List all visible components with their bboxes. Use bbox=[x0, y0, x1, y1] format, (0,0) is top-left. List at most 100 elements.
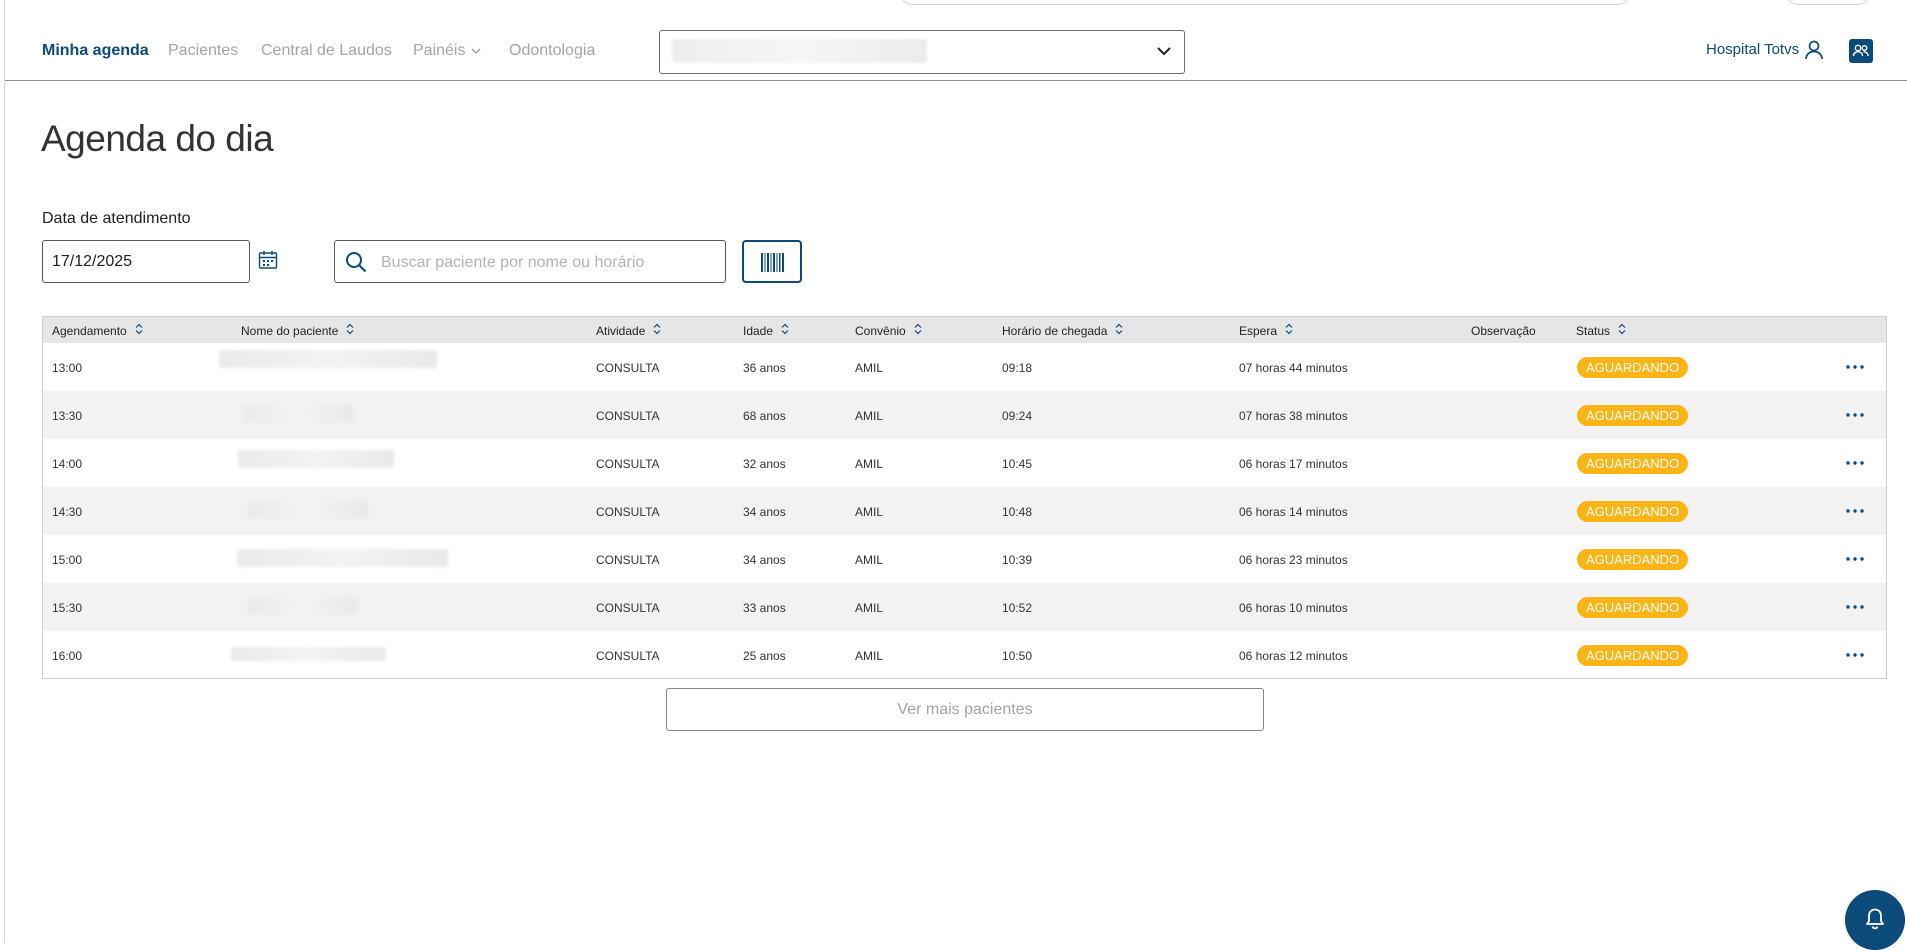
cell-horario-chegada: 09:18 bbox=[1002, 361, 1033, 375]
col-status-label: Status bbox=[1576, 324, 1611, 338]
col-nome-paciente-label: Nome do paciente bbox=[241, 324, 339, 338]
col-convenio[interactable]: Convênio bbox=[855, 323, 922, 338]
patient-search bbox=[334, 240, 726, 283]
table-header: Agendamento Nome do paciente Atividade I… bbox=[43, 317, 1886, 343]
sort-icon bbox=[1285, 323, 1293, 338]
barcode-icon bbox=[761, 253, 784, 272]
col-atividade-label: Atividade bbox=[596, 324, 646, 338]
nav-pacientes[interactable]: Pacientes bbox=[168, 42, 238, 60]
cell-espera: 06 horas 14 minutos bbox=[1239, 505, 1348, 519]
table-row[interactable]: 14:00 CONSULTA 32 anos AMIL 10:45 06 hor… bbox=[43, 439, 1886, 487]
top-navbar: Minha agenda Pacientes Central de Laudos… bbox=[5, 8, 1907, 81]
sort-icon bbox=[346, 323, 354, 338]
table-row[interactable]: 15:00 CONSULTA 34 anos AMIL 10:39 06 hor… bbox=[43, 535, 1886, 583]
cell-convenio: AMIL bbox=[855, 505, 884, 519]
cell-horario-chegada: 10:52 bbox=[1002, 601, 1033, 615]
nav-central-de-laudos[interactable]: Central de Laudos bbox=[261, 42, 392, 60]
more-options-icon[interactable] bbox=[1843, 405, 1867, 425]
cell-agendamento: 15:00 bbox=[52, 553, 83, 567]
cell-nome-paciente-redacted bbox=[231, 647, 386, 661]
date-label: Data de atendimento bbox=[42, 210, 191, 227]
cell-espera: 06 horas 17 minutos bbox=[1239, 457, 1348, 471]
chevron-down-icon bbox=[1156, 43, 1172, 64]
cell-agendamento: 14:30 bbox=[52, 505, 83, 519]
cell-espera: 06 horas 12 minutos bbox=[1239, 649, 1348, 663]
table-row[interactable]: 13:30 CONSULTA 68 anos AMIL 09:24 07 hor… bbox=[43, 391, 1886, 439]
notifications-button[interactable] bbox=[1845, 890, 1905, 950]
cell-convenio: AMIL bbox=[855, 361, 884, 375]
calendar-icon[interactable] bbox=[258, 250, 278, 275]
cell-atividade: CONSULTA bbox=[596, 457, 660, 471]
cell-atividade: CONSULTA bbox=[596, 361, 660, 375]
col-convenio-label: Convênio bbox=[855, 324, 906, 338]
sort-icon bbox=[135, 323, 143, 338]
top-button-fragment bbox=[1786, 0, 1870, 5]
patient-search-input[interactable] bbox=[379, 247, 713, 279]
cell-atividade: CONSULTA bbox=[596, 601, 660, 615]
col-horario-chegada[interactable]: Horário de chegada bbox=[1002, 323, 1123, 338]
page-title: Agenda do dia bbox=[41, 118, 274, 159]
table-row[interactable]: 16:00 CONSULTA 25 anos AMIL 10:50 06 hor… bbox=[43, 631, 1886, 679]
cell-idade: 33 anos bbox=[743, 601, 786, 615]
cell-idade: 34 anos bbox=[743, 553, 786, 567]
table-row[interactable]: 13:00 CONSULTA 36 anos AMIL 09:18 07 hor… bbox=[43, 343, 1886, 391]
cell-agendamento: 16:00 bbox=[52, 649, 83, 663]
barcode-button[interactable] bbox=[742, 240, 802, 283]
status-badge: AGUARDANDO bbox=[1577, 405, 1689, 426]
col-idade-label: Idade bbox=[743, 324, 774, 338]
col-atividade[interactable]: Atividade bbox=[596, 323, 661, 338]
nav-paineis[interactable]: Painéis bbox=[413, 42, 482, 60]
table-row[interactable]: 15:30 CONSULTA 33 anos AMIL 10:52 06 hor… bbox=[43, 583, 1886, 631]
status-badge: AGUARDANDO bbox=[1577, 645, 1689, 666]
bell-icon bbox=[1866, 908, 1884, 930]
col-nome-paciente[interactable]: Nome do paciente bbox=[241, 323, 354, 338]
cell-atividade: CONSULTA bbox=[596, 649, 660, 663]
col-espera-label: Espera bbox=[1239, 324, 1278, 338]
more-options-icon[interactable] bbox=[1843, 549, 1867, 569]
nav-minha-agenda[interactable]: Minha agenda bbox=[42, 42, 149, 60]
col-idade[interactable]: Idade bbox=[743, 323, 789, 338]
cell-nome-paciente-redacted bbox=[243, 405, 353, 423]
cell-idade: 34 anos bbox=[743, 505, 786, 519]
cell-convenio: AMIL bbox=[855, 409, 884, 423]
more-options-icon[interactable] bbox=[1843, 645, 1867, 665]
sort-icon bbox=[914, 323, 922, 338]
unit-select[interactable] bbox=[659, 30, 1185, 74]
cell-horario-chegada: 10:39 bbox=[1002, 553, 1033, 567]
table-row[interactable]: 14:30 CONSULTA 34 anos AMIL 10:48 06 hor… bbox=[43, 487, 1886, 535]
cell-convenio: AMIL bbox=[855, 553, 884, 567]
date-input[interactable] bbox=[42, 240, 250, 283]
user-icon[interactable] bbox=[1804, 40, 1824, 65]
top-bar-fragment bbox=[900, 0, 1630, 5]
cell-agendamento: 13:30 bbox=[52, 409, 83, 423]
team-icon[interactable] bbox=[1849, 39, 1873, 63]
load-more-patients-button[interactable]: Ver mais pacientes bbox=[666, 688, 1264, 731]
cell-espera: 06 horas 23 minutos bbox=[1239, 553, 1348, 567]
cell-idade: 36 anos bbox=[743, 361, 786, 375]
col-espera[interactable]: Espera bbox=[1239, 323, 1293, 338]
cell-idade: 25 anos bbox=[743, 649, 786, 663]
cell-horario-chegada: 10:45 bbox=[1002, 457, 1033, 471]
cell-convenio: AMIL bbox=[855, 649, 884, 663]
more-options-icon[interactable] bbox=[1843, 501, 1867, 521]
nav-odontologia[interactable]: Odontologia bbox=[509, 42, 595, 60]
cell-nome-paciente-redacted bbox=[238, 450, 394, 468]
nav-paineis-label: Painéis bbox=[413, 42, 466, 60]
cell-convenio: AMIL bbox=[855, 601, 884, 615]
cell-atividade: CONSULTA bbox=[596, 409, 660, 423]
col-agendamento-label: Agendamento bbox=[52, 324, 127, 338]
sort-icon bbox=[1115, 323, 1123, 338]
more-options-icon[interactable] bbox=[1843, 453, 1867, 473]
col-status[interactable]: Status bbox=[1576, 323, 1626, 338]
col-horario-chegada-label: Horário de chegada bbox=[1002, 324, 1108, 338]
more-options-icon[interactable] bbox=[1843, 357, 1867, 377]
status-badge: AGUARDANDO bbox=[1577, 597, 1689, 618]
col-agendamento[interactable]: Agendamento bbox=[52, 323, 143, 338]
hospital-name[interactable]: Hospital Totvs bbox=[1706, 41, 1799, 58]
top-window-fragment bbox=[0, 0, 1907, 6]
cell-idade: 32 anos bbox=[743, 457, 786, 471]
chevron-down-icon bbox=[471, 42, 482, 60]
cell-horario-chegada: 10:48 bbox=[1002, 505, 1033, 519]
more-options-icon[interactable] bbox=[1843, 597, 1867, 617]
col-observacao: Observação bbox=[1471, 324, 1536, 338]
